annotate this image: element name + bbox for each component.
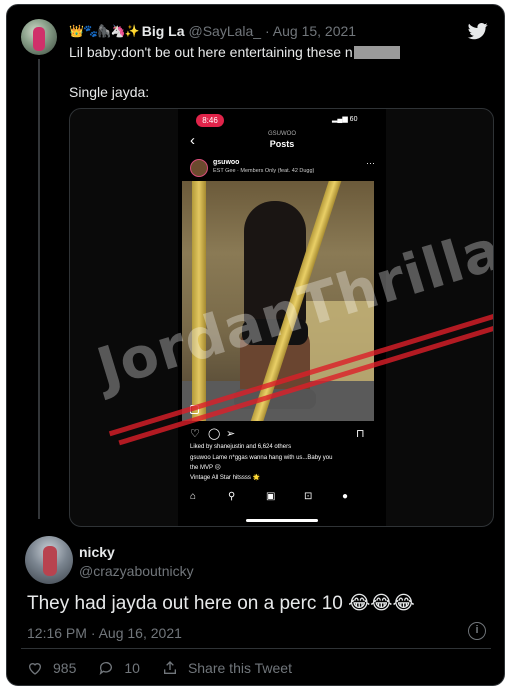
reels-icon: ▣ [266,491,276,502]
share-icon [163,661,176,674]
like-count: 985 [53,660,77,676]
reply-icon [99,662,113,675]
reply-count: 10 [124,660,140,676]
ig-liked-by: Liked by shanejustin and 6,624 others [190,444,292,450]
twitter-bird-icon[interactable] [467,21,489,41]
quoted-header: 👑🐾🦍🦄✨ Big La @SayLala_ · Aug 15, 2021 [69,23,356,39]
status-time: 8:46 [196,114,224,127]
quoted-name-emoji: 👑🐾🦍🦄✨ [69,24,140,38]
tweet-action-bar: 985 10 Share this Tweet [27,660,314,676]
bookmark-icon: ⊓ [356,428,365,440]
share-label: Share this Tweet [187,660,292,676]
ig-caption-line1: gsuwoo Lame n*ggas wanna hang with us...… [190,455,333,461]
quoted-name[interactable]: Big La [142,23,185,39]
ig-caption-line3: Vintage All Star hitssss 🌟 [190,475,261,481]
ig-header-handle: GSUWOO [268,131,296,137]
tweet-author-handle[interactable]: @crazyaboutnicky [79,563,194,579]
home-icon: ⌂ [190,491,197,502]
ig-post-song: EST Gee · Members Only (feat. 42 Dugg) [213,168,315,174]
share-button[interactable]: Share this Tweet [162,660,292,676]
send-icon: ➢ [226,428,236,440]
info-icon[interactable]: i [468,622,486,640]
media-attachment[interactable]: 8:46 ▂▄▆ 60 ‹ GSUWOO Posts gsuwoo EST Ge… [69,108,494,527]
heart-icon [28,663,42,675]
comment-icon: ◯ [208,428,221,440]
tweet-avatar[interactable] [25,536,73,584]
tweet-author-name[interactable]: nicky [79,544,115,560]
status-signal: ▂▄▆ 60 [332,116,358,123]
home-indicator [246,519,318,522]
ig-header-title: Posts [269,139,295,149]
phone-screenshot: 8:46 ▂▄▆ 60 ‹ GSUWOO Posts gsuwoo EST Ge… [178,109,386,526]
reply-button[interactable]: 10 [98,660,140,676]
profile-icon: ● [342,491,349,502]
ig-caption-line2: the MVP 😔 [190,465,221,471]
tweet-timestamp[interactable]: 12:16 PM · Aug 16, 2021 [27,625,182,641]
ig-post-avatar [190,159,208,177]
search-icon: ⚲ [228,491,236,502]
ig-bottom-nav: ⌂ ⚲ ▣ ⊡ ● [190,491,376,505]
more-options-icon: ··· [366,158,375,168]
like-button[interactable]: 985 [27,660,76,676]
ig-video [182,181,374,421]
ig-post-user: gsuwoo [213,159,240,166]
shop-icon: ⊡ [304,491,313,502]
thread-line [38,59,40,519]
ig-action-bar: ♡ ◯ ➢ ⊓ [190,427,376,441]
redaction-bar [353,46,400,59]
quoted-text-line2: Single jayda: [69,84,150,100]
tweet-card: 👑🐾🦍🦄✨ Big La @SayLala_ · Aug 15, 2021 Li… [6,4,505,686]
heart-icon: ♡ [190,428,200,440]
quoted-text-line1: Lil baby:don't be out here entertaining … [69,44,400,60]
tweet-text: They had jayda out here on a perc 10 😂😂😂 [27,593,415,614]
quoted-avatar[interactable] [21,19,57,55]
quoted-date[interactable]: Aug 15, 2021 [273,23,356,39]
divider [21,648,491,649]
quoted-handle[interactable]: @SayLala_ · Aug 15, 2021 [189,23,357,39]
